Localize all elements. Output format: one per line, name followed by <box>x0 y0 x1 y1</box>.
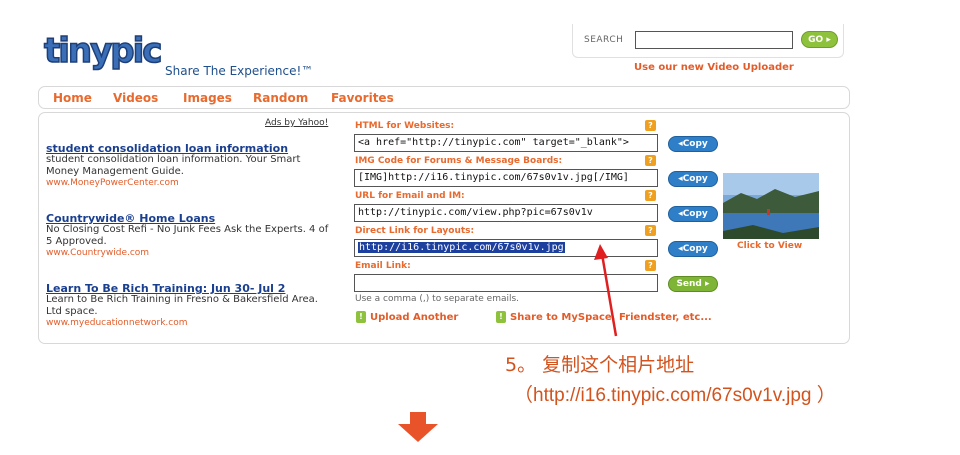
down-arrow-icon <box>398 412 438 442</box>
nav-item-home[interactable]: Home <box>53 91 92 105</box>
copy-url-button[interactable]: ◂Copy <box>668 206 718 222</box>
upload-another-link[interactable]: Upload Another <box>370 312 458 323</box>
ad-url[interactable]: www.Countrywide.com <box>46 248 149 258</box>
help-icon[interactable]: ? <box>645 190 656 201</box>
html-code-label: HTML for Websites: <box>355 121 455 131</box>
url-label: URL for Email and IM: <box>355 191 465 201</box>
ads-by-yahoo-link[interactable]: Ads by Yahoo! <box>265 118 328 128</box>
ad-url[interactable]: www.myeducationnetwork.com <box>46 318 188 328</box>
nav-item-videos[interactable]: Videos <box>113 91 158 105</box>
share-icon: ! <box>496 311 506 323</box>
ad-description: No Closing Cost Refi - No Junk Fees Ask … <box>46 224 329 247</box>
nav-item-random[interactable]: Random <box>253 91 308 105</box>
selected-text: http://i16.tinypic.com/67s0v1v.jpg <box>358 242 565 253</box>
tagline: Share The Experience!™ <box>165 64 314 78</box>
url-field[interactable]: http://tinypic.com/view.php?pic=67s0v1v <box>354 204 658 222</box>
upload-icon: ! <box>356 311 366 323</box>
email-link-label: Email Link: <box>355 261 411 271</box>
email-hint: Use a comma (,) to separate emails. <box>355 294 520 304</box>
search-label: SEARCH <box>584 35 624 45</box>
main-nav <box>38 86 850 109</box>
send-button[interactable]: Send ▸ <box>668 276 718 292</box>
help-icon[interactable]: ? <box>645 225 656 236</box>
annotation-step: 5。 复制这个相片地址 <box>505 354 695 376</box>
click-to-view-caption[interactable]: Click to View <box>737 241 802 251</box>
help-icon[interactable]: ? <box>645 260 656 271</box>
go-button[interactable]: GO ▸ <box>801 31 838 48</box>
thumbnail-image[interactable] <box>723 173 819 239</box>
help-icon[interactable]: ? <box>645 120 656 131</box>
annotation-url: （http://i16.tinypic.com/67s0v1v.jpg ） <box>514 385 836 406</box>
video-uploader-link[interactable]: Use our new Video Uploader <box>634 62 794 73</box>
nav-item-favorites[interactable]: Favorites <box>331 91 394 105</box>
help-icon[interactable]: ? <box>645 155 656 166</box>
annotation-arrow-icon <box>594 244 618 337</box>
nav-item-images[interactable]: Images <box>183 91 232 105</box>
ad-description: student consolidation loan information. … <box>46 154 301 177</box>
svg-text:tinypic: tinypic <box>44 31 160 71</box>
search-input[interactable] <box>635 31 793 49</box>
direct-link-label: Direct Link for Layouts: <box>355 226 475 236</box>
img-code-label: IMG Code for Forums & Message Boards: <box>355 156 563 166</box>
copy-direct-link-button[interactable]: ◂Copy <box>668 241 718 257</box>
play-icon: ▸ <box>705 279 710 289</box>
copy-img-button[interactable]: ◂Copy <box>668 171 718 187</box>
play-icon: ▸ <box>826 35 831 45</box>
ad-url[interactable]: www.MoneyPowerCenter.com <box>46 178 179 188</box>
ad-description: Learn to Be Rich Training in Fresno & Ba… <box>46 294 318 317</box>
tinypic-logo[interactable]: tinypic <box>42 28 182 72</box>
img-code-field[interactable]: [IMG]http://i16.tinypic.com/67s0v1v.jpg[… <box>354 169 658 187</box>
html-code-field[interactable]: <a href="http://tinypic.com" target="_bl… <box>354 134 658 152</box>
copy-html-button[interactable]: ◂Copy <box>668 136 718 152</box>
